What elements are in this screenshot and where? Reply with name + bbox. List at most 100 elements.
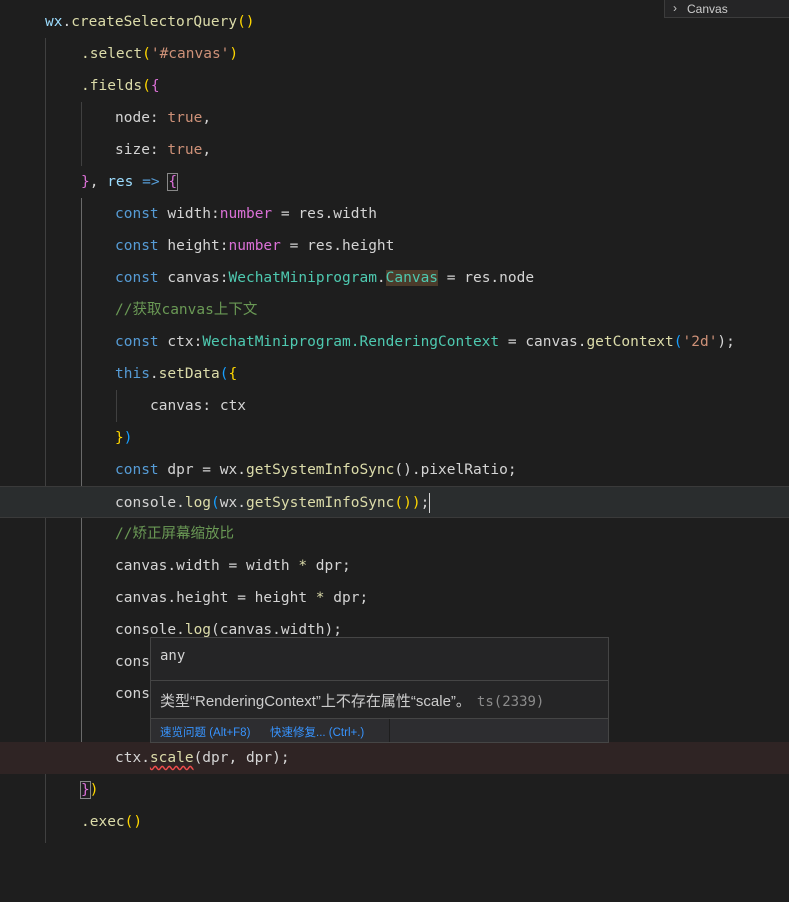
code-line-26[interactable]: .exec()	[0, 806, 789, 838]
token: width	[167, 206, 212, 222]
code-line-19[interactable]: canvas.height = height * dpr;	[0, 582, 789, 614]
comment: //矫正屏幕缩放比	[115, 526, 234, 542]
token: }	[115, 430, 124, 446]
code-line-17[interactable]: //矫正屏幕缩放比	[0, 518, 789, 550]
token: canvas.width = width	[115, 558, 299, 574]
code-line-8[interactable]: const height:number = res.height	[0, 230, 789, 262]
token: (	[219, 366, 229, 382]
code-line-7[interactable]: const width:number = res.width	[0, 198, 789, 230]
hover-signature: any	[160, 648, 186, 664]
token: canvas	[167, 270, 220, 286]
token: :	[219, 238, 229, 254]
code-line-14[interactable]: })	[0, 422, 789, 454]
token: const	[115, 334, 168, 350]
highlighted-token: Canvas	[385, 270, 439, 286]
token: .	[149, 366, 159, 382]
token: cons	[115, 686, 150, 702]
divider	[151, 680, 608, 681]
code-line-6[interactable]: }, res => {	[0, 166, 789, 198]
code-line-3[interactable]: .fields({	[0, 70, 789, 102]
token: true	[167, 142, 203, 158]
code-line-9[interactable]: const canvas:WechatMiniprogram.Canvas = …	[0, 262, 789, 294]
code-line-24-error[interactable]: ctx.scale(dpr, dpr);	[0, 742, 789, 774]
token: =>	[133, 174, 169, 190]
token: number	[228, 238, 281, 254]
token: '#canvas'	[150, 46, 230, 62]
token: dpr = wx.	[167, 462, 246, 478]
token: height	[167, 238, 220, 254]
code-line-18[interactable]: canvas.width = width * dpr;	[0, 550, 789, 582]
token: console.	[115, 622, 185, 638]
error-token[interactable]: scale	[150, 750, 194, 766]
matched-bracket: }	[80, 781, 91, 799]
code-line-2[interactable]: .select('#canvas')	[0, 38, 789, 70]
token: const	[115, 270, 168, 286]
breadcrumb-item-canvas[interactable]: Canvas	[687, 1, 728, 17]
token: dpr;	[324, 590, 369, 606]
token: *	[298, 558, 308, 574]
token: ,	[202, 110, 212, 126]
token: )	[89, 782, 99, 798]
token: ctx.	[115, 750, 150, 766]
token: canvas.height = height	[115, 590, 316, 606]
token: ()	[237, 14, 255, 30]
token: getContext	[586, 334, 674, 350]
code-line-13[interactable]: canvas: ctx	[0, 390, 789, 422]
token: WechatMiniprogram.RenderingContext	[202, 334, 500, 350]
error-text: 类型“RenderingContext”上不存在属性“scale”。	[160, 693, 471, 710]
token: = res.width	[272, 206, 377, 222]
token: :	[211, 206, 220, 222]
code-line-10[interactable]: //获取canvas上下文	[0, 294, 789, 326]
token: ())	[394, 495, 421, 511]
token: console.	[115, 495, 185, 511]
token: *	[315, 590, 325, 606]
breadcrumb[interactable]: › Canvas	[664, 0, 789, 18]
error-code: ts(2339)	[476, 694, 545, 710]
token: (dpr, dpr);	[193, 750, 290, 766]
token: (	[673, 334, 683, 350]
code-line-15[interactable]: const dpr = wx.getSystemInfoSync().pixel…	[0, 454, 789, 486]
token: ().pixelRatio;	[394, 462, 517, 478]
quick-fix-link[interactable]: 快速修复... (Ctrl+.)	[270, 724, 364, 740]
token: )	[123, 430, 133, 446]
token: ,	[202, 142, 212, 158]
hover-actions-bar: 速览问题 (Alt+F8) 快速修复... (Ctrl+.)	[151, 718, 608, 742]
token: .	[62, 14, 72, 30]
token: ()	[124, 814, 143, 830]
code-line-5[interactable]: size: true,	[0, 134, 789, 166]
token: setData	[158, 366, 220, 382]
peek-problem-link[interactable]: 速览问题 (Alt+F8)	[160, 724, 250, 740]
token: .fields	[81, 78, 143, 94]
code-line-25[interactable]: })	[0, 774, 789, 806]
token: = canvas.	[499, 334, 587, 350]
token: const	[115, 238, 168, 254]
token: (	[211, 495, 220, 511]
matched-bracket: {	[167, 173, 179, 191]
token: createSelectorQuery	[71, 14, 238, 30]
token: (	[142, 46, 151, 62]
token: node:	[115, 110, 168, 126]
code-line-4[interactable]: node: true,	[0, 102, 789, 134]
code-line-12[interactable]: this.setData({	[0, 358, 789, 390]
token: true	[167, 110, 203, 126]
token: log	[184, 495, 212, 511]
token: const	[115, 462, 168, 478]
token: );	[717, 334, 735, 350]
token: = res.height	[280, 238, 395, 254]
token: res	[107, 174, 134, 190]
token: = res.node	[438, 270, 535, 286]
token: canvas: ctx	[150, 398, 247, 414]
token: getSystemInfoSync	[245, 462, 395, 478]
token: size:	[115, 142, 168, 158]
token: cons	[115, 654, 150, 670]
divider	[389, 719, 390, 742]
comment: //获取canvas上下文	[115, 302, 258, 318]
token: (	[142, 78, 151, 94]
token: log	[184, 622, 212, 638]
code-line-16-current[interactable]: console.log(wx.getSystemInfoSync());	[0, 486, 789, 518]
code-line-11[interactable]: const ctx:WechatMiniprogram.RenderingCon…	[0, 326, 789, 358]
token: ,	[89, 174, 108, 190]
token: }	[81, 174, 90, 190]
token: wx.	[219, 495, 246, 511]
token: '2d'	[682, 334, 718, 350]
